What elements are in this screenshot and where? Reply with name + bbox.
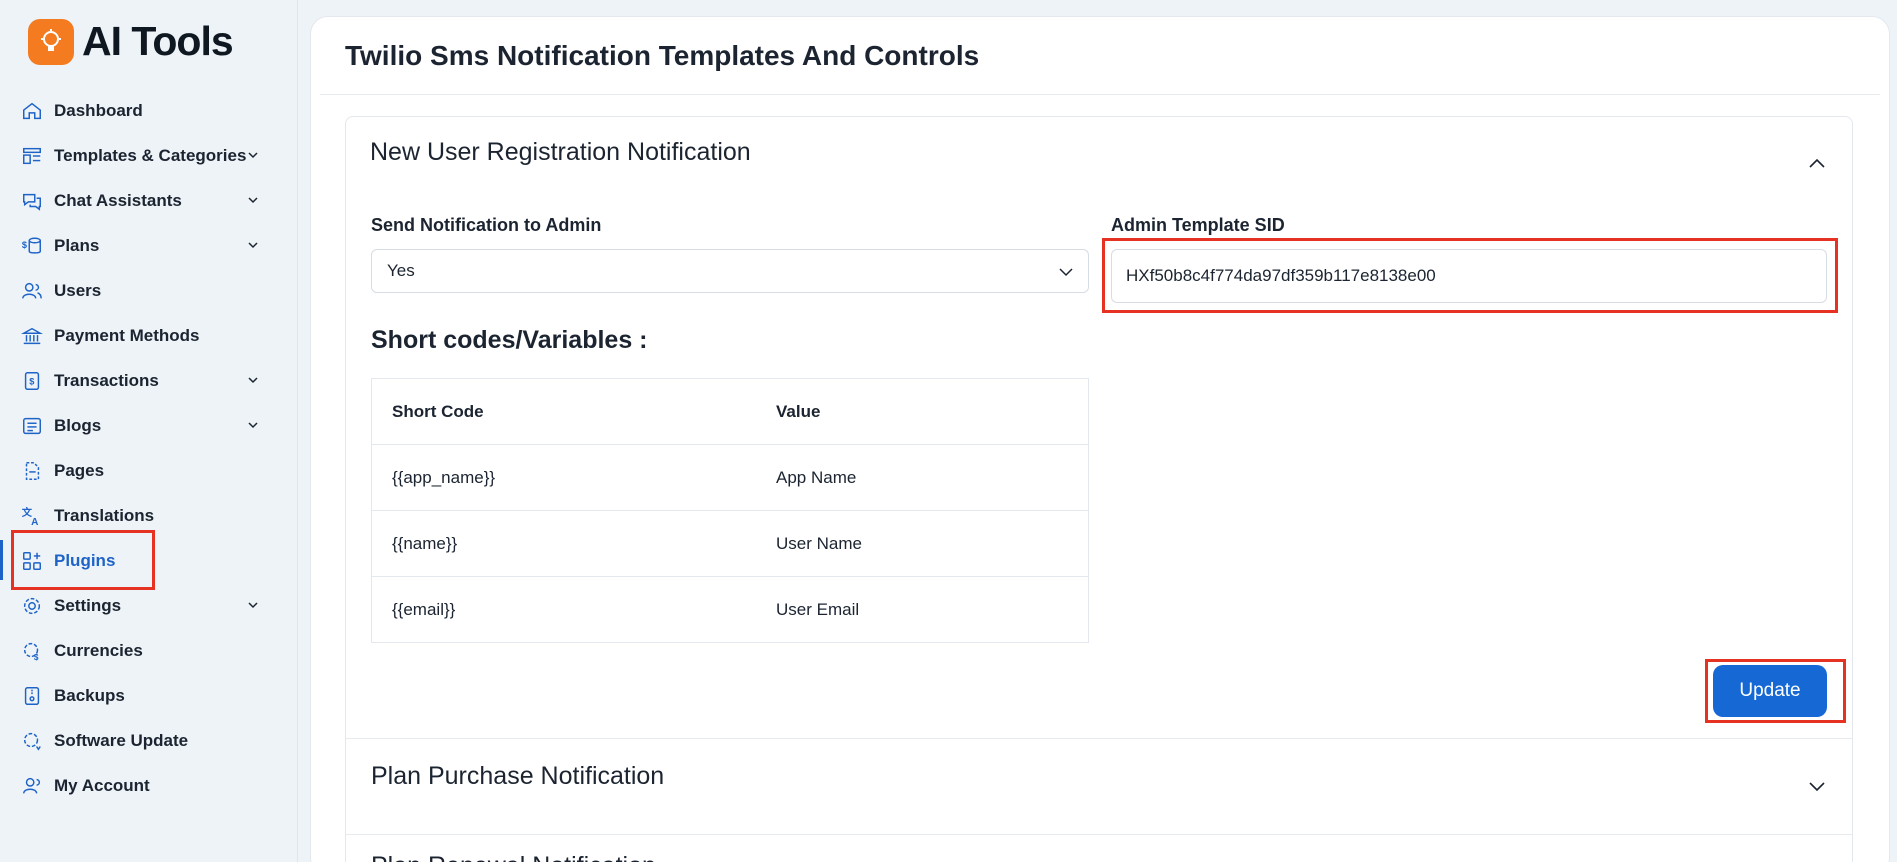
svg-text:$: $ bbox=[29, 376, 34, 386]
sidebar-item-label: Dashboard bbox=[54, 100, 143, 120]
backup-icon bbox=[20, 684, 44, 708]
account-icon bbox=[20, 774, 44, 798]
sidebar-item-label: Blogs bbox=[54, 415, 102, 435]
shortcodes-table: Short Code Value {{app_name}} App Name {… bbox=[371, 378, 1089, 643]
table-row: {{app_name}} App Name bbox=[372, 445, 1088, 511]
header-short-code: Short Code bbox=[392, 402, 484, 421]
svg-text:$: $ bbox=[22, 239, 27, 249]
divider bbox=[346, 738, 1852, 739]
sidebar: AI Tools Dashboard Templates & Categories… bbox=[0, 0, 298, 862]
section-title-plan-renewal[interactable]: Plan Renewal Notification bbox=[371, 852, 656, 862]
sidebar-item-plugins[interactable]: Plugins bbox=[0, 538, 298, 583]
sidebar-item-chat-assistants[interactable]: Chat Assistants bbox=[0, 178, 298, 223]
sidebar-item-dashboard[interactable]: Dashboard bbox=[0, 88, 298, 133]
chevron-down-icon[interactable] bbox=[246, 418, 260, 432]
sidebar-nav: Dashboard Templates & Categories Chat Assi… bbox=[0, 88, 298, 808]
table-row: {{email}} User Email bbox=[372, 577, 1088, 643]
short-code-cell: {{email}} bbox=[392, 600, 456, 619]
plugins-icon bbox=[20, 549, 44, 573]
sidebar-item-software-update[interactable]: Software Update bbox=[0, 718, 298, 763]
divider bbox=[346, 834, 1852, 835]
sidebar-item-templates-categories[interactable]: Templates & Categories bbox=[0, 133, 298, 178]
plans-coins-icon: $ bbox=[20, 234, 44, 258]
value-cell: User Name bbox=[776, 534, 862, 553]
sidebar-item-label: Currencies bbox=[54, 640, 143, 660]
chevron-down-icon[interactable] bbox=[246, 373, 260, 387]
header-value: Value bbox=[776, 402, 821, 421]
gear-icon bbox=[20, 594, 44, 618]
sidebar-item-label: Transactions bbox=[54, 370, 159, 390]
table-row: {{name}} User Name bbox=[372, 511, 1088, 577]
send-notification-select[interactable]: Yes bbox=[371, 249, 1089, 293]
chevron-down-icon[interactable] bbox=[246, 193, 260, 207]
sidebar-item-translations[interactable]: 文 A Translations bbox=[0, 493, 298, 538]
sidebar-item-label: Software Update bbox=[54, 730, 189, 750]
section-title-registration[interactable]: New User Registration Notification bbox=[370, 138, 751, 167]
page-title: Twilio Sms Notification Templates And Co… bbox=[345, 40, 980, 71]
divider bbox=[320, 94, 1880, 95]
sidebar-item-label: Translations bbox=[54, 505, 155, 525]
sidebar-item-label: Pages bbox=[54, 460, 105, 480]
sidebar-item-plans[interactable]: $ Plans bbox=[0, 223, 298, 268]
bank-icon bbox=[20, 324, 44, 348]
sidebar-item-backups[interactable]: Backups bbox=[0, 673, 298, 718]
page-icon bbox=[20, 459, 44, 483]
receipt-icon: $ bbox=[20, 369, 44, 393]
sidebar-item-my-account[interactable]: My Account bbox=[0, 763, 298, 808]
select-value: Yes bbox=[387, 261, 415, 280]
home-icon bbox=[20, 99, 44, 123]
sidebar-item-blogs[interactable]: Blogs bbox=[0, 403, 298, 448]
update-gear-icon bbox=[20, 729, 44, 753]
sidebar-item-label: Settings bbox=[54, 595, 122, 615]
sidebar-item-label: Templates & Categories bbox=[54, 145, 247, 165]
sidebar-item-label: Chat Assistants bbox=[54, 190, 182, 210]
short-code-cell: {{name}} bbox=[392, 534, 458, 553]
templates-icon bbox=[20, 144, 44, 168]
active-indicator bbox=[0, 540, 3, 580]
short-code-cell: {{app_name}} bbox=[392, 468, 496, 487]
sidebar-item-transactions[interactable]: $ Transactions bbox=[0, 358, 298, 403]
blog-icon bbox=[20, 414, 44, 438]
brand-name: AI Tools bbox=[82, 18, 234, 64]
sidebar-item-users[interactable]: Users bbox=[0, 268, 298, 313]
section-title-plan-purchase[interactable]: Plan Purchase Notification bbox=[371, 762, 664, 791]
sidebar-item-currencies[interactable]: $ Currencies bbox=[0, 628, 298, 673]
chat-icon bbox=[20, 189, 44, 213]
sidebar-item-label: Users bbox=[54, 280, 102, 300]
chevron-down-icon bbox=[1059, 268, 1073, 277]
sidebar-item-label: Plans bbox=[54, 235, 100, 255]
admin-template-sid-label: Admin Template SID bbox=[1111, 215, 1285, 235]
value-cell: User Email bbox=[776, 600, 860, 619]
send-notification-label: Send Notification to Admin bbox=[371, 215, 602, 235]
logo[interactable]: AI Tools bbox=[28, 18, 234, 65]
sidebar-item-settings[interactable]: Settings bbox=[0, 583, 298, 628]
currency-gear-icon: $ bbox=[20, 639, 44, 663]
sidebar-item-label: Backups bbox=[54, 685, 125, 705]
sidebar-item-label: Plugins bbox=[54, 550, 116, 570]
shortcodes-heading: Short codes/Variables : bbox=[371, 326, 648, 354]
sidebar-item-label: My Account bbox=[54, 775, 150, 795]
sidebar-item-payment-methods[interactable]: Payment Methods bbox=[0, 313, 298, 358]
chevron-down-icon[interactable] bbox=[246, 598, 260, 612]
table-header-row: Short Code Value bbox=[372, 379, 1088, 445]
sidebar-item-pages[interactable]: Pages bbox=[0, 448, 298, 493]
svg-text:$: $ bbox=[34, 653, 39, 662]
chevron-down-icon[interactable] bbox=[246, 148, 260, 162]
translate-icon: 文A bbox=[20, 504, 44, 528]
value-cell: App Name bbox=[776, 468, 857, 487]
chevron-down-icon[interactable] bbox=[246, 238, 260, 252]
sidebar-item-label: Payment Methods bbox=[54, 325, 200, 345]
chevron-down-icon[interactable] bbox=[1808, 778, 1826, 796]
svg-text:A: A bbox=[31, 517, 39, 527]
users-icon bbox=[20, 279, 44, 303]
chevron-up-icon[interactable] bbox=[1808, 154, 1826, 172]
admin-template-sid-input[interactable] bbox=[1111, 249, 1827, 303]
lightbulb-logo-icon bbox=[28, 18, 74, 65]
update-button[interactable]: Update bbox=[1713, 665, 1827, 717]
